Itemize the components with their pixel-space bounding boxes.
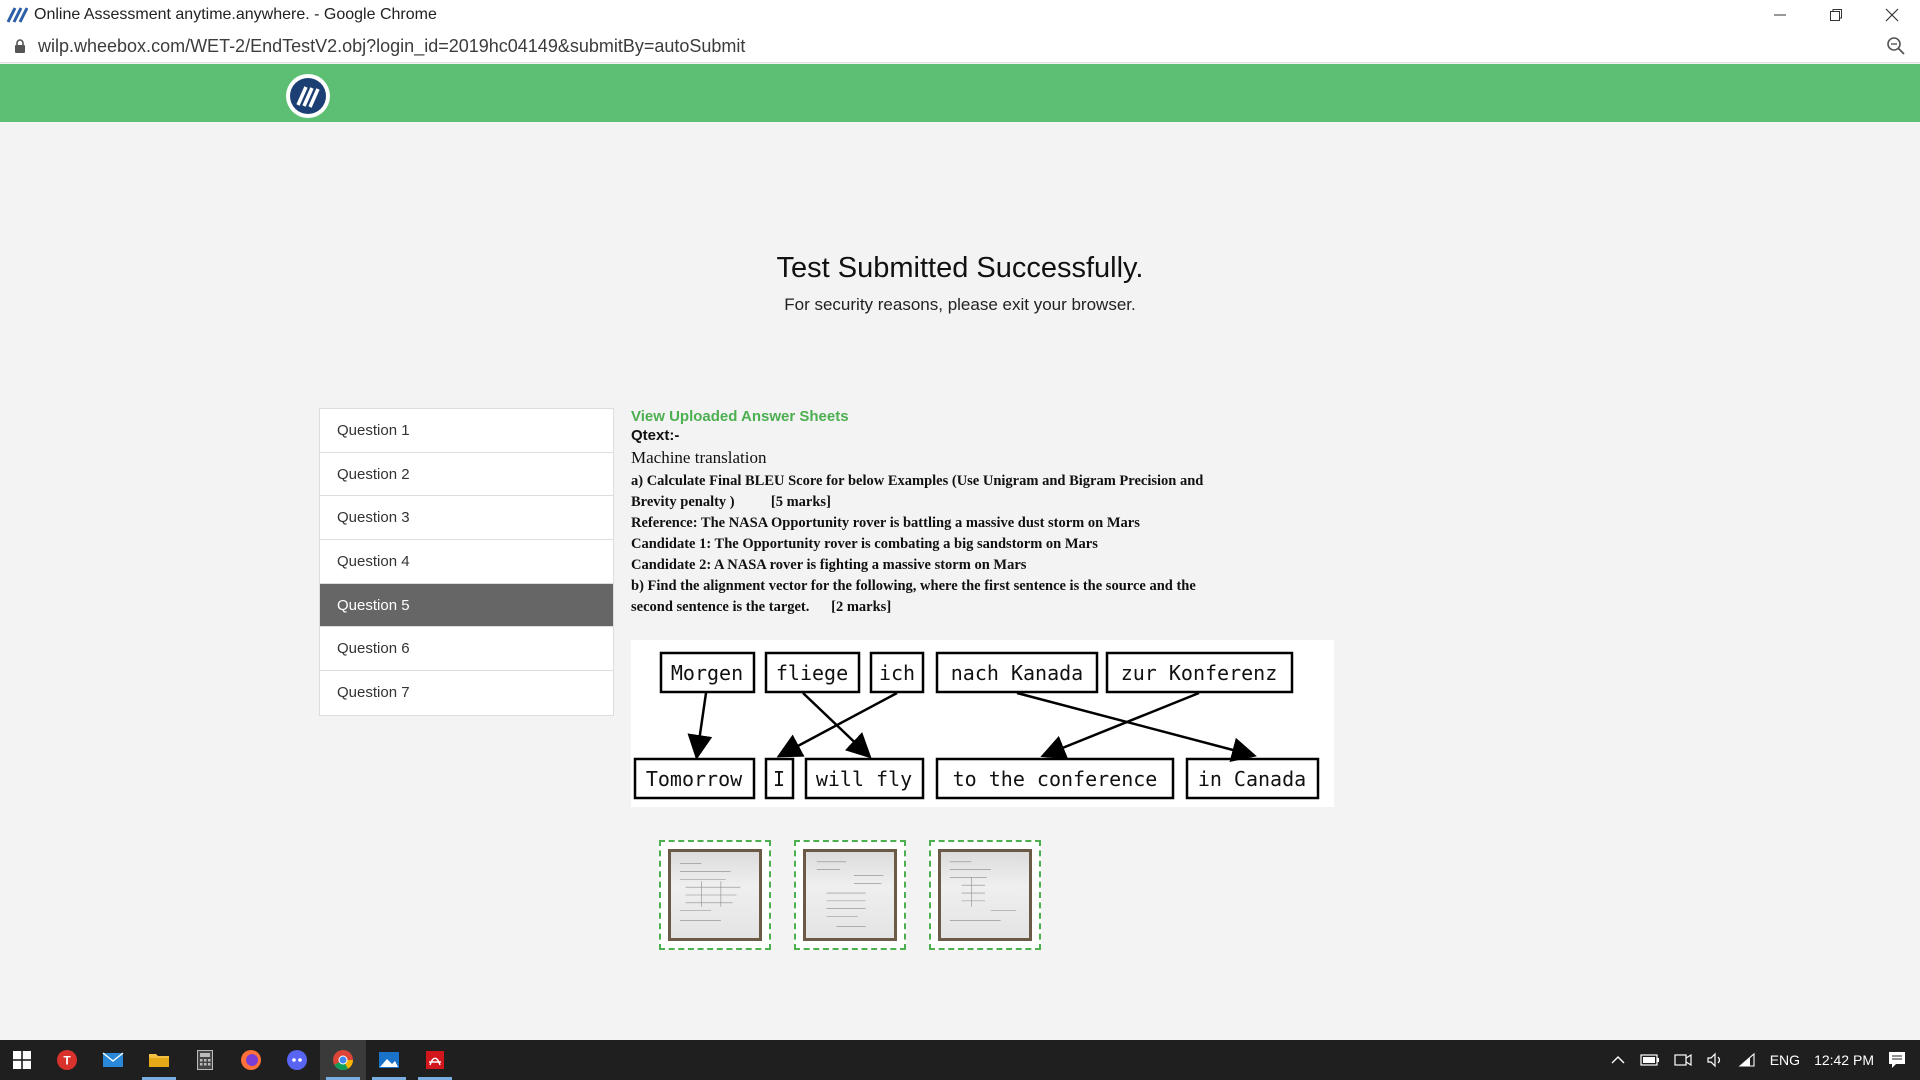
language-indicator[interactable]: ENG — [1770, 1052, 1800, 1068]
wheebox-app-icon — [6, 7, 28, 23]
taskbar-app-t[interactable]: T — [44, 1040, 90, 1080]
question-item-6[interactable]: Question 6 — [320, 627, 613, 672]
wifi-icon[interactable] — [1738, 1052, 1756, 1068]
answer-sheet-thumbnail[interactable] — [794, 840, 906, 950]
answer-sheet-thumbnails — [659, 840, 1041, 950]
alignment-arrow — [802, 692, 872, 759]
close-icon — [1885, 8, 1899, 22]
taskbar-chrome[interactable] — [320, 1040, 366, 1080]
chevron-up-icon[interactable] — [1610, 1055, 1626, 1065]
restore-button[interactable] — [1808, 0, 1864, 30]
address-bar[interactable]: wilp.wheebox.com/WET-2/EndTestV2.obj?log… — [0, 30, 1920, 63]
meet-now-icon[interactable] — [1674, 1052, 1692, 1068]
handwritten-sheet-image — [816, 861, 884, 927]
start-button[interactable] — [0, 1040, 44, 1080]
app-t-icon: T — [57, 1050, 77, 1070]
window-title: Online Assessment anytime.anywhere. - Go… — [34, 6, 437, 23]
question-item-5[interactable]: Question 5 — [320, 583, 613, 628]
security-message: For security reasons, please exit your b… — [784, 295, 1136, 314]
taskbar-acrobat[interactable] — [412, 1040, 458, 1080]
svg-text:T: T — [63, 1054, 71, 1068]
minimize-icon — [1774, 14, 1786, 16]
source-word: ich — [879, 661, 915, 685]
answer-sheet-thumbnail[interactable] — [929, 840, 1041, 950]
source-word: zur Konferenz — [1121, 661, 1278, 685]
taskbar-mail[interactable] — [90, 1040, 136, 1080]
close-button[interactable] — [1864, 0, 1920, 30]
target-word: will fly — [816, 767, 912, 791]
alignment-diagram: Morgen fliege ich nach Kanada zur Konfer… — [631, 640, 1334, 807]
alignment-arrow — [776, 691, 898, 758]
wheebox-logo — [286, 74, 330, 118]
taskbar-photos[interactable] — [366, 1040, 412, 1080]
submission-success-title: Test Submitted Successfully. — [776, 252, 1144, 284]
alignment-arrow — [1016, 691, 1257, 762]
view-uploaded-answer-sheets-link[interactable]: View Uploaded Answer Sheets — [631, 408, 1351, 425]
question-line: second sentence is the target. [2 marks] — [631, 599, 892, 615]
zoom-icon[interactable] — [1886, 36, 1906, 56]
source-word: fliege — [776, 661, 848, 685]
firefox-icon — [241, 1050, 261, 1070]
question-line: Reference: The NASA Opportunity rover is… — [631, 515, 1140, 531]
answer-sheet-thumbnail[interactable] — [659, 840, 771, 950]
question-line: Candidate 1: The Opportunity rover is co… — [631, 536, 1098, 552]
source-word: Morgen — [671, 661, 743, 685]
url-text[interactable]: wilp.wheebox.com/WET-2/EndTestV2.obj?log… — [38, 36, 745, 57]
chrome-icon — [333, 1050, 354, 1071]
windows-taskbar: T ENG 12:42 PM — [0, 1040, 1920, 1080]
system-tray: ENG 12:42 PM — [1610, 1040, 1920, 1080]
battery-icon[interactable] — [1640, 1054, 1660, 1066]
folder-icon — [149, 1054, 169, 1067]
question-item-4[interactable]: Question 4 — [320, 540, 613, 584]
question-list: Question 1 Question 2 Question 3 Questio… — [319, 408, 614, 716]
question-item-2[interactable]: Question 2 — [320, 453, 613, 497]
taskbar-discord[interactable] — [274, 1040, 320, 1080]
windows-icon — [13, 1051, 31, 1069]
alignment-arrow — [687, 692, 713, 760]
question-item-1[interactable]: Question 1 — [320, 409, 613, 453]
qtext-label: Qtext:- — [631, 427, 680, 444]
lock-icon[interactable] — [14, 38, 26, 54]
question-item-3[interactable]: Question 3 — [320, 496, 613, 541]
notifications-icon[interactable] — [1888, 1051, 1906, 1069]
restore-icon — [1830, 9, 1842, 21]
handwritten-sheet-image — [949, 861, 1017, 921]
taskbar-firefox[interactable] — [228, 1040, 274, 1080]
discord-icon — [287, 1050, 307, 1070]
question-item-7[interactable]: Question 7 — [320, 671, 613, 715]
target-word: to the conference — [953, 767, 1158, 791]
target-word: I — [773, 767, 785, 791]
calculator-icon — [197, 1050, 213, 1070]
clock[interactable]: 12:42 PM — [1814, 1052, 1874, 1068]
minimize-button[interactable] — [1752, 0, 1808, 30]
question-line: a) Calculate Final BLEU Score for below … — [631, 473, 1204, 489]
alignment-arrow — [1040, 691, 1200, 760]
photos-icon — [379, 1052, 399, 1068]
window-controls — [1752, 0, 1920, 30]
question-line: Candidate 2: A NASA rover is fighting a … — [631, 557, 1027, 573]
question-line: b) Find the alignment vector for the fol… — [631, 578, 1196, 594]
question-line: Brevity penalty ) [5 marks] — [631, 494, 831, 510]
source-word: nach Kanada — [951, 661, 1083, 685]
acrobat-icon — [426, 1051, 444, 1069]
target-word: in Canada — [1198, 767, 1306, 791]
question-heading: Machine translation — [631, 448, 767, 467]
taskbar-file-explorer[interactable] — [136, 1040, 182, 1080]
taskbar-calculator[interactable] — [182, 1040, 228, 1080]
site-header — [0, 64, 1920, 122]
mail-icon — [102, 1052, 124, 1067]
logo-icon — [290, 78, 326, 114]
volume-icon[interactable] — [1706, 1052, 1724, 1068]
target-word: Tomorrow — [646, 767, 743, 791]
window-titlebar: Online Assessment anytime.anywhere. - Go… — [0, 0, 1920, 30]
question-detail-panel: View Uploaded Answer Sheets Qtext:- Mach… — [631, 408, 1351, 618]
handwritten-sheet-image — [679, 863, 741, 921]
